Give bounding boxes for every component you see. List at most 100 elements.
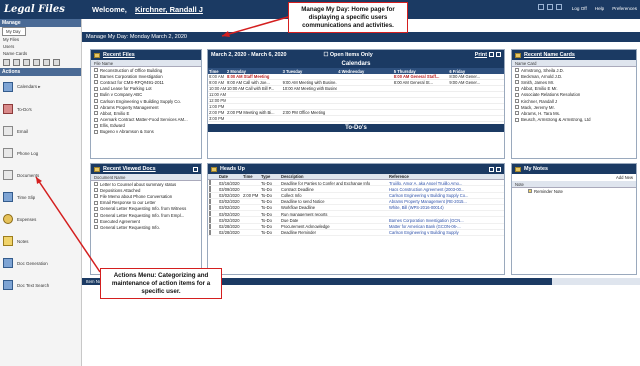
document-icon [94,182,98,187]
sidebar-action-item[interactable]: Phone Log [0,142,81,164]
refresh-icon[interactable] [489,166,494,172]
calendar-cell[interactable] [337,116,393,122]
table-cell: 02/28/2020 [218,230,242,236]
home-icon[interactable] [538,4,544,10]
list-item[interactable]: Bugeno v Abramson & Sons [91,129,201,135]
next-week-icon[interactable] [496,52,501,57]
list-item[interactable]: General Letter Requesting Info. [91,224,201,230]
recent-files-title[interactable]: Recent Files [103,52,135,58]
star-icon[interactable] [53,59,60,66]
row-checkbox[interactable] [208,229,218,236]
recent-docs-header: Recent Viewed Docs [91,164,201,174]
folder-icon [94,52,100,58]
preferences-link[interactable]: Preferences [612,6,637,11]
name-card-icon [515,117,519,122]
name-card-column-header[interactable]: Name Card [512,60,636,67]
document-name-column-header[interactable]: Document Name [91,174,201,181]
sidebar-action-item[interactable]: Time Slip [0,186,81,208]
list-item-label: Ellis, Edward [100,123,125,129]
user-name-link[interactable]: Kirchner, Randall J [135,5,203,14]
actions-list: Calendars ▸ To-Do's Email Phone Log Document… [0,76,81,296]
document-icon [94,200,98,205]
log-off-link[interactable]: Log Off [572,6,587,11]
horizontal-scrollbar[interactable] [552,278,640,285]
sidebar-item-name-cards[interactable]: Name Cards [0,50,81,57]
calendar-icon [3,82,13,92]
sidebar-action-label: Documents [17,172,40,178]
todo-icon [3,104,13,114]
open-items-checkbox[interactable]: ☐ Open Items Only [324,52,373,58]
document-icon [94,213,98,218]
list-item[interactable]: Acemark Contract Matter-Food Services AM… [91,117,201,123]
recent-docs-title[interactable]: Recent Viewed Docs [103,166,156,172]
shortcut-icon[interactable] [43,59,50,66]
table-cell: To-Do [260,230,280,236]
page-title: Manage My Day: Monday March 2, 2020 [86,34,188,40]
calendar-header: March 2, 2020 - March 6, 2020 ☐ Open Ite… [208,50,504,60]
sidebar: Manage My Day My Files Users Name Cards … [0,19,82,366]
recent-name-cards-list: Armstrong, Sheila J.D. Beckman, Arnold J.… [512,67,636,123]
reference-link[interactable]: Carlson Engineering v Building Supply [388,230,504,236]
sidebar-action-item[interactable]: Email [0,120,81,142]
sidebar-action-item[interactable]: Notes [0,230,81,252]
calendar-cell[interactable] [392,116,449,122]
table-cell [242,230,260,236]
sidebar-action-item[interactable]: Documents [0,164,81,186]
sidebar-item-my-day[interactable]: My Day [2,27,26,36]
welcome-label: Welcome, [92,5,127,14]
list-item-label: Smith, James Mr. [521,79,555,85]
sidebar-action-item[interactable]: Doc Generation [0,252,81,274]
open-items-label: Open Items Only [329,52,373,58]
sidebar-action-label: Doc Text Search [17,282,50,288]
list-item-label: Acemark Contract Matter-Food Services AM… [100,117,188,123]
calendar-cell[interactable] [226,116,282,122]
settings-icon[interactable] [496,166,501,172]
print-link[interactable]: Print [475,52,487,58]
shortcut-icon[interactable] [23,59,30,66]
recent-docs-list: Letter to Counsel about summary status De… [91,181,201,231]
recent-name-cards-title[interactable]: Recent Name Cards [524,52,575,58]
recent-name-cards-panel: Recent Name Cards Name Card Armstrong, S… [511,49,637,159]
clock-icon [3,192,13,202]
email-icon [3,126,13,136]
calendar-cell[interactable] [448,116,504,122]
window-icon[interactable] [547,4,553,10]
list-item-label: Contract for CMS-RFQ#491-2011 [100,79,164,85]
sidebar-item-users[interactable]: Users [0,43,81,50]
sidebar-action-item[interactable]: Expenses [0,208,81,230]
name-card-icon [515,86,519,91]
file-name-column-header[interactable]: File Name [91,60,201,67]
list-item[interactable]: Beusch, Armstrong & Armstrong, Ltd [512,117,636,123]
sidebar-action-item[interactable]: To-Do's [0,98,81,120]
calendar-cell[interactable] [281,116,338,122]
list-item[interactable]: Reminder Note [512,188,636,194]
prev-week-icon[interactable] [489,52,494,57]
help-link[interactable]: Help [595,6,604,11]
table-cell: Deadline Reminder [280,230,388,236]
sidebar-action-item[interactable]: Calendars ▸ [0,76,81,98]
documents-icon [3,170,13,180]
folder-icon [515,166,521,172]
list-item-label: Abbot, Emilio E Mr. [521,86,558,92]
shortcut-icon[interactable] [13,59,20,66]
gear-icon[interactable] [556,4,562,10]
sidebar-item-my-files[interactable]: My Files [0,36,81,43]
sidebar-action-label: Notes [17,238,29,244]
note-column-header[interactable]: Note [512,181,636,188]
note-icon [528,189,532,194]
sidebar-action-item[interactable]: Doc Text Search [0,274,81,296]
list-item-label: Reconstruction of Office Building [100,67,163,73]
file-icon [94,129,98,134]
shortcut-icon[interactable] [3,59,10,66]
swap-icon[interactable] [193,166,198,172]
actions-header: Actions [0,68,81,76]
list-item-label: Beusch, Armstrong & Armstrong, Ltd [521,117,591,123]
recent-files-panel: Recent Files File Name Reconstruction of… [90,49,202,159]
recent-files-header: Recent Files [91,50,201,60]
calendars-section-title: Calendars [208,60,504,68]
list-item-label: General Letter Requesting Info. [100,224,160,230]
add-new-note-link[interactable]: Add New [512,174,636,181]
shortcut-icon[interactable] [33,59,40,66]
list-item[interactable]: General Letter Requesting Info. from Wit… [91,206,201,212]
folder-icon [515,52,521,58]
